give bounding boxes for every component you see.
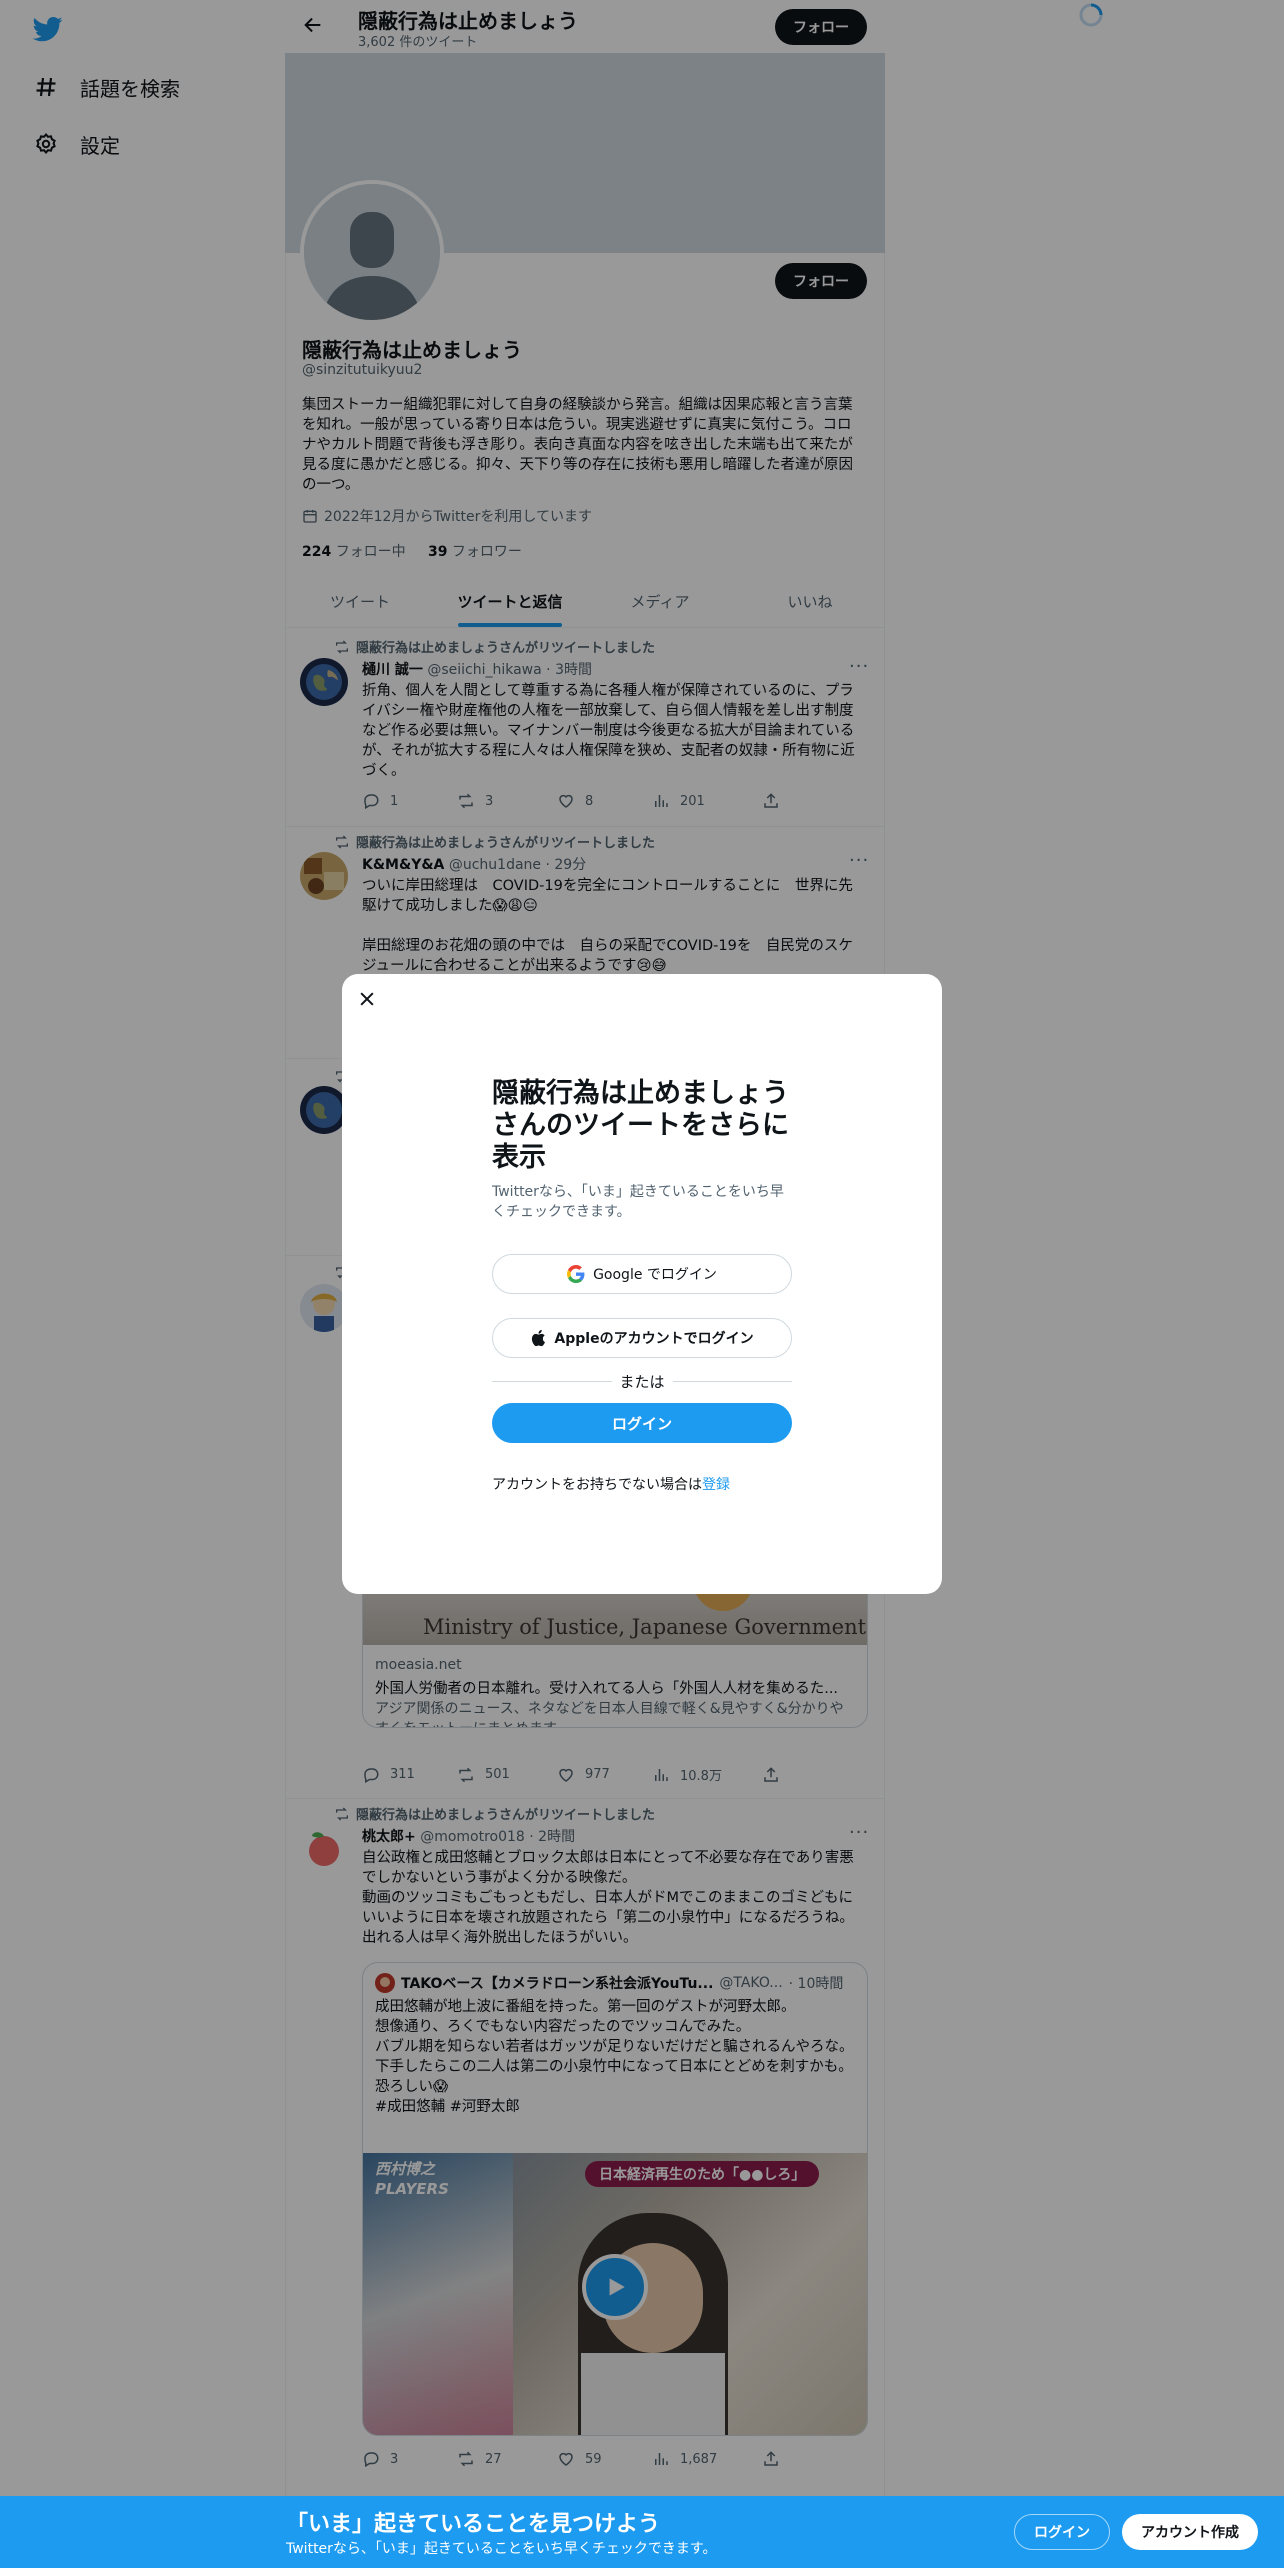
google-login-button[interactable]: Google でログイン bbox=[492, 1254, 792, 1294]
login-button[interactable]: ログイン bbox=[492, 1403, 792, 1443]
signup-prompt: アカウントをお持ちでない場合は登録 bbox=[492, 1474, 730, 1494]
or-label: または bbox=[619, 1372, 665, 1391]
apple-logo-icon bbox=[532, 1329, 546, 1347]
or-divider: または bbox=[492, 1370, 793, 1392]
modal-title: 隠蔽行為は止めましょうさんのツイートをさらに表示 bbox=[492, 1078, 789, 1173]
apple-login-label: Appleのアカウントでログイン bbox=[554, 1331, 754, 1347]
signup-link[interactable]: 登録 bbox=[702, 1477, 730, 1493]
google-logo-icon bbox=[567, 1265, 585, 1283]
bottom-login-button[interactable]: ログイン bbox=[1014, 2514, 1110, 2550]
signup-prefix: アカウントをお持ちでない場合は bbox=[492, 1477, 702, 1493]
modal-subtitle: Twitterなら、「いま」起きていることをいち早くチェックできます。 bbox=[492, 1184, 784, 1220]
apple-login-button[interactable]: Appleのアカウントでログイン bbox=[492, 1318, 792, 1358]
close-icon[interactable] bbox=[357, 989, 377, 1009]
bottom-bar-subtitle: Twitterなら、「いま」起きていることをいち早くチェックできます。 bbox=[286, 2541, 717, 2557]
google-login-label: Google でログイン bbox=[593, 1267, 717, 1283]
bottom-signup-button[interactable]: アカウント作成 bbox=[1122, 2514, 1258, 2550]
bottom-bar-title: 「いま」起きていることを見つけよう bbox=[286, 2512, 661, 2537]
